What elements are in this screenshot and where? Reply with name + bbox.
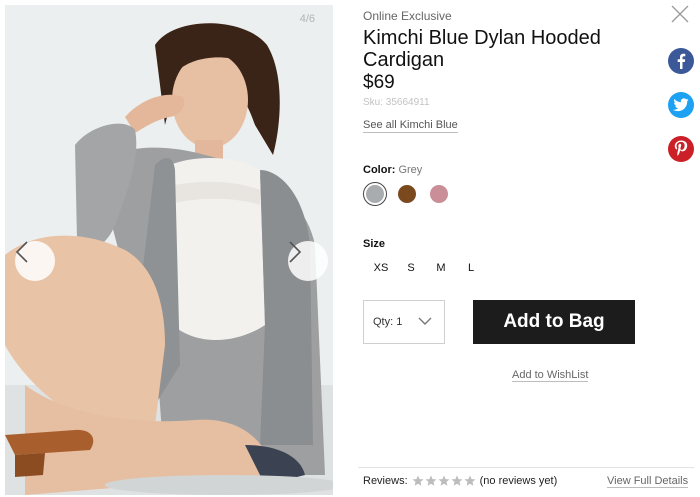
star-empty-icon (425, 475, 437, 486)
twitter-icon (673, 98, 689, 112)
star-empty-icon (412, 475, 424, 486)
size-label: Size (363, 238, 386, 250)
image-counter: 4/6 (299, 13, 315, 25)
color-swatch-mauve[interactable] (427, 182, 451, 206)
swatch-fill (430, 185, 448, 203)
swatch-fill (398, 185, 416, 203)
size-option-l[interactable]: L (456, 262, 486, 274)
online-exclusive-label: Online Exclusive (363, 9, 452, 23)
star-empty-icon (451, 475, 463, 486)
close-button[interactable] (670, 4, 690, 24)
reviews-summary: Reviews: (no reviews yet) (363, 475, 557, 487)
pinterest-icon (674, 140, 688, 156)
close-icon (671, 5, 689, 23)
reviews-status: (no reviews yet) (479, 475, 558, 487)
size-options: XS S M L (366, 262, 486, 274)
add-to-bag-button[interactable]: Add to Bag (473, 300, 635, 344)
color-swatches (363, 182, 451, 206)
chevron-down-icon (418, 317, 432, 325)
product-title: Kimchi Blue Dylan Hooded Cardigan (363, 27, 601, 71)
color-label-text: Color: (363, 164, 396, 176)
color-label: Color: Grey (363, 164, 422, 176)
view-full-details-link[interactable]: View Full Details (607, 475, 689, 488)
selected-color-value: Grey (398, 164, 423, 176)
product-image: 4/6 (5, 5, 333, 495)
facebook-icon (677, 53, 686, 69)
size-option-xs[interactable]: XS (366, 262, 396, 274)
color-swatch-brown[interactable] (395, 182, 419, 206)
facebook-share-button[interactable] (668, 48, 694, 74)
swatch-fill (366, 185, 384, 203)
model-photo (5, 5, 333, 495)
star-empty-icon (464, 475, 476, 486)
twitter-share-button[interactable] (668, 92, 694, 118)
add-to-wishlist-link[interactable]: Add to WishList (512, 369, 589, 382)
color-swatch-grey[interactable] (363, 182, 387, 206)
chevron-right-icon (289, 241, 302, 263)
reviews-label: Reviews: (363, 475, 408, 487)
star-empty-icon (438, 475, 450, 486)
see-all-brand-link[interactable]: See all Kimchi Blue (363, 119, 458, 133)
quantity-select[interactable]: Qty: 1 (363, 300, 445, 344)
rating-stars (412, 475, 476, 487)
size-option-s[interactable]: S (396, 262, 426, 274)
size-option-m[interactable]: M (426, 262, 456, 274)
previous-image-button[interactable] (15, 241, 55, 281)
product-price: $69 (363, 72, 395, 93)
next-image-button[interactable] (288, 241, 328, 281)
reviews-divider (358, 467, 694, 468)
quantity-label: Qty: 1 (373, 316, 403, 328)
pinterest-share-button[interactable] (668, 136, 694, 162)
product-sku: Sku: 35664911 (363, 97, 430, 108)
chevron-left-icon (15, 241, 28, 263)
